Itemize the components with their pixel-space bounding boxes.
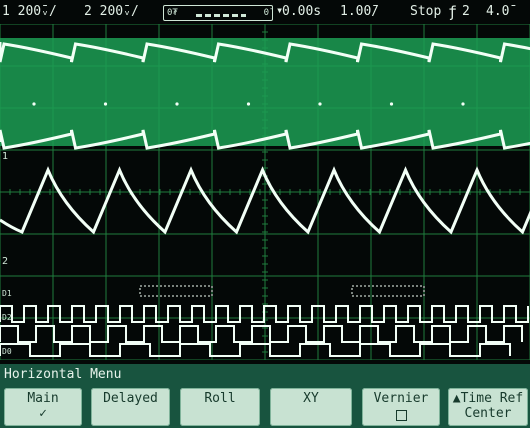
channel-1-scale[interactable]: 1 200̄ᵥ/	[2, 0, 57, 24]
status-bar: 1 200̄ᵥ/ 2 200̄ᵥ/ 0₮ 0̄ ▾ 0.00s 1.00̄/ S…	[0, 0, 530, 24]
digital-d0	[0, 343, 511, 357]
time-ref-softkey[interactable]: ▲Time Ref Center	[448, 388, 528, 426]
trigger-source[interactable]: 2	[462, 0, 470, 24]
delayed-label: Delayed	[103, 391, 158, 406]
delayed-softkey[interactable]: Delayed	[91, 388, 170, 426]
vernier-softkey[interactable]: Vernier	[362, 388, 440, 426]
time-ref-value: Center	[464, 406, 512, 421]
waveform-display: 1 2 D1 D2 D0	[0, 24, 530, 360]
horizontal-menu-panel: Horizontal Menu Main ✓ Delayed Roll XY V…	[0, 364, 530, 428]
acq-bar-right-label: 0̄	[263, 8, 269, 18]
graticule: 1 2 D1 D2 D0	[0, 24, 530, 360]
time-ref-label: ▲Time Ref	[452, 391, 524, 406]
acq-bar-dots	[196, 14, 246, 17]
time-offset[interactable]: 0.00s	[282, 0, 321, 24]
channel-1-waveform	[0, 38, 530, 150]
ch1-center-dot	[103, 102, 108, 106]
digital-d2	[0, 325, 523, 343]
run-state: Stop	[410, 4, 442, 19]
oscilloscope-screen: 1 200̄ᵥ/ 2 200̄ᵥ/ 0₮ 0̄ ▾ 0.00s 1.00̄/ S…	[0, 0, 530, 428]
vernier-checkbox	[395, 410, 407, 421]
ch1-center-dot	[32, 102, 36, 106]
ch1-center-dot	[461, 102, 465, 106]
acq-bar-left-label: 0₮	[167, 8, 178, 18]
d0-marker: D0	[2, 347, 12, 356]
ch1-center-dot	[175, 102, 179, 106]
roll-label: Roll	[204, 391, 236, 406]
trigger-level[interactable]: 4.0̄	[486, 0, 509, 24]
xy-label: XY	[303, 391, 319, 406]
channel-2-scale[interactable]: 2 200̄ᵥ/	[84, 0, 139, 24]
d-burst-2	[351, 285, 425, 297]
main-label: Main	[27, 391, 59, 406]
xy-softkey[interactable]: XY	[270, 388, 352, 426]
d2-marker: D2	[2, 313, 12, 322]
ch1-center-dot	[318, 102, 322, 106]
roll-softkey[interactable]: Roll	[180, 388, 260, 426]
vernier-label: Vernier	[373, 391, 429, 406]
digital-d1	[0, 305, 529, 323]
acquisition-memory-bar: 0₮ 0̄	[163, 5, 273, 21]
main-softkey[interactable]: Main ✓	[4, 388, 82, 426]
menu-title: Horizontal Menu	[4, 367, 122, 382]
ch1-center-dot	[389, 102, 394, 106]
main-check-icon: ✓	[39, 406, 47, 421]
ch1-center-dot	[246, 102, 251, 106]
d-burst-1	[139, 285, 213, 297]
ch2-ground-marker: 2	[2, 256, 8, 267]
trigger-slope-icon: ƒ	[448, 3, 458, 21]
d1-marker: D1	[2, 289, 12, 298]
ch1-ground-marker: 1	[2, 151, 8, 162]
timebase-scale[interactable]: 1.00̄/	[340, 0, 379, 24]
